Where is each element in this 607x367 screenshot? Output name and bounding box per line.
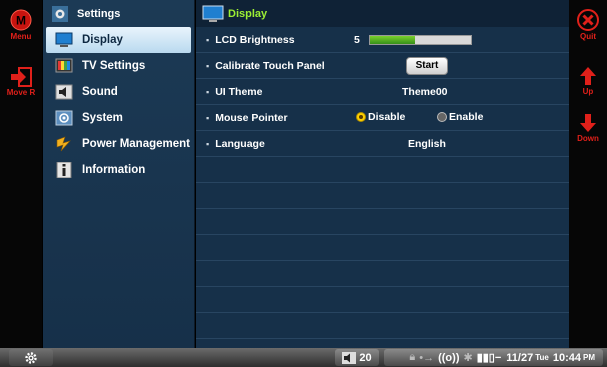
menu-item-label: Sound (82, 86, 118, 98)
menu-item-label: Information (82, 164, 146, 176)
gear-icon (25, 351, 37, 364)
settings-button[interactable] (9, 349, 53, 366)
time-label: 10:44 (552, 351, 581, 364)
menu-item-information[interactable]: Information (46, 157, 191, 183)
empty-row (196, 157, 569, 183)
ui-theme-row[interactable]: UI Theme Theme00 (196, 79, 569, 105)
menu-icon: M (10, 9, 32, 31)
system-icon (55, 110, 73, 126)
empty-row (196, 261, 569, 287)
brightness-fill (370, 36, 416, 44)
mouse-pointer-label: Mouse Pointer (206, 112, 287, 124)
menu-label: Menu (10, 32, 32, 41)
move-r-button[interactable]: Move R (0, 67, 42, 97)
language-row[interactable]: Language English (196, 131, 569, 157)
power-icon (56, 136, 71, 152)
radio-dot-icon (356, 112, 366, 122)
radio-disable-label: Disable (368, 111, 406, 123)
display-panel: Display LCD Brightness 5 Calibrate Touch… (196, 0, 569, 348)
arrow-down-icon (580, 114, 596, 132)
radio-enable[interactable]: Enable (437, 111, 483, 123)
ampm-label: PM (583, 353, 595, 362)
lcd-brightness-value: 5 (354, 34, 360, 46)
lcd-brightness-label: LCD Brightness (206, 34, 294, 46)
menu-item-display[interactable]: Display (46, 27, 191, 53)
settings-title-label: Settings (77, 7, 121, 20)
monitor-icon (202, 5, 224, 22)
menu-item-label: Power Management (82, 138, 190, 150)
menu-item-system[interactable]: System (46, 105, 191, 131)
tv-icon (55, 58, 73, 73)
move-label: Move R (6, 88, 36, 97)
monitor-icon (55, 32, 73, 47)
brightness-slider[interactable] (369, 35, 472, 45)
empty-row (196, 209, 569, 235)
volume-button[interactable]: 20 (335, 349, 379, 366)
close-icon (577, 9, 599, 31)
right-sidebar: Quit Up Down (569, 0, 607, 348)
date-label: 11/27 (506, 351, 534, 364)
down-button[interactable]: Down (569, 113, 607, 143)
menu-button[interactable]: M Menu (0, 9, 42, 41)
display-header-label: Display (228, 7, 268, 20)
wifi-icon: ((o)) (438, 351, 460, 364)
menu-item-tv-settings[interactable]: TV Settings (46, 53, 191, 79)
usb-icon: •→ (419, 351, 435, 364)
radio-disable[interactable]: Disable (356, 111, 405, 123)
settings-icon (52, 5, 68, 22)
mouse-pointer-row: Mouse Pointer Disable Enable (196, 105, 569, 131)
volume-value: 20 (359, 351, 372, 364)
bluetooth-icon: ✱ (463, 352, 473, 364)
speaker-icon (55, 84, 73, 100)
lcd-brightness-row[interactable]: LCD Brightness 5 (196, 27, 569, 53)
calibrate-label: Calibrate Touch Panel (206, 60, 325, 72)
empty-row (196, 235, 569, 261)
display-header: Display (196, 0, 569, 27)
quit-label: Quit (580, 32, 596, 41)
status-area: 🔒︎ •→ ((o)) ✱ ▮▮▯− 11/27 Tue 10:44 PM (384, 349, 603, 366)
ui-theme-value[interactable]: Theme00 (402, 86, 448, 98)
settings-panel: Settings Display TV Settings Sound Syste… (43, 0, 195, 348)
settings-title: Settings (43, 0, 194, 27)
down-label: Down (577, 134, 599, 143)
taskbar: 20 🔒︎ •→ ((o)) ✱ ▮▮▯− 11/27 Tue 10:44 PM (0, 348, 607, 367)
lock-icon: 🔒︎ (409, 351, 416, 363)
up-button[interactable]: Up (569, 66, 607, 96)
language-value[interactable]: English (408, 138, 446, 150)
arrow-up-icon (580, 67, 596, 85)
language-label: Language (206, 138, 265, 150)
menu-item-sound[interactable]: Sound (46, 79, 191, 105)
calibrate-row: Calibrate Touch Panel Start (196, 53, 569, 79)
ui-theme-label: UI Theme (206, 86, 262, 98)
weekday-label: Tue (535, 353, 549, 362)
left-sidebar: M Menu Move R (0, 0, 42, 348)
menu-item-label: TV Settings (82, 60, 146, 72)
menu-item-label: Display (82, 34, 123, 46)
empty-row (196, 313, 569, 339)
radio-enable-label: Enable (449, 111, 484, 123)
speaker-icon (342, 351, 357, 364)
battery-icon: ▮▮▯− (476, 352, 502, 364)
empty-row (196, 287, 569, 313)
up-label: Up (582, 87, 594, 96)
menu-item-label: System (82, 112, 123, 124)
start-button[interactable]: Start (406, 57, 448, 75)
quit-button[interactable]: Quit (569, 9, 607, 41)
move-icon (11, 67, 32, 87)
empty-row (196, 183, 569, 209)
svg-text:M: M (16, 14, 26, 28)
radio-dot-icon (437, 112, 447, 122)
menu-item-power-management[interactable]: Power Management (46, 131, 191, 157)
info-icon (56, 162, 72, 178)
